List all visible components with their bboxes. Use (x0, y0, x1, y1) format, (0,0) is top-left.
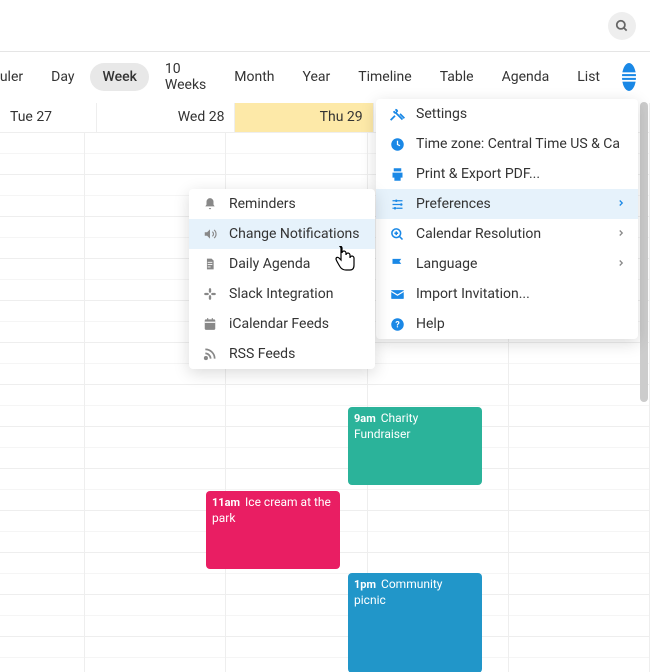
hamburger-icon (622, 70, 636, 84)
printer-icon (388, 165, 406, 183)
event-charity-fundraiser[interactable]: 9am Charity Fundraiser (348, 407, 482, 485)
menu-item-label: iCalendar Feeds (229, 316, 329, 332)
submenu-rss[interactable]: RSS Feeds (189, 339, 375, 369)
mail-icon (388, 285, 406, 303)
rss-icon (201, 345, 219, 363)
submenu-daily-agenda[interactable]: Daily Agenda (189, 249, 375, 279)
menu-timezone[interactable]: Time zone: Central Time US & Ca (376, 129, 638, 159)
view-year[interactable]: Year (291, 63, 343, 91)
topbar (0, 0, 650, 52)
menu-preferences[interactable]: Preferences (376, 189, 638, 219)
help-icon: ? (388, 315, 406, 333)
menu-item-label: Daily Agenda (229, 256, 310, 272)
zoom-icon (388, 225, 406, 243)
preferences-submenu: Reminders Change Notifications Daily Age… (189, 189, 375, 369)
scrollbar-thumb[interactable] (640, 102, 648, 402)
search-button[interactable] (608, 12, 636, 40)
menu-item-label: Reminders (229, 196, 296, 212)
main-menu: Settings Time zone: Central Time US & Ca… (376, 99, 638, 339)
svg-text:?: ? (395, 320, 400, 330)
chevron-right-icon (616, 196, 626, 212)
menu-button[interactable] (622, 63, 636, 91)
view-timeline[interactable]: Timeline (346, 63, 423, 91)
chevron-right-icon (616, 226, 626, 242)
submenu-slack[interactable]: Slack Integration (189, 279, 375, 309)
event-ice-cream[interactable]: 11am Ice cream at the park (206, 491, 340, 569)
event-time: 1pm (354, 578, 376, 591)
menu-item-label: Preferences (416, 196, 491, 212)
menu-item-label: Help (416, 316, 445, 332)
menu-item-label: Slack Integration (229, 286, 333, 302)
menu-item-label: RSS Feeds (229, 346, 295, 362)
view-agenda[interactable]: Agenda (490, 63, 562, 91)
document-icon (201, 255, 219, 273)
view-month[interactable]: Month (222, 63, 286, 91)
sound-icon (201, 225, 219, 243)
day-header-tue: Tue 27 (0, 103, 97, 132)
view-bar: Scheduler Day Week 10 Weeks Month Year T… (0, 52, 650, 102)
slack-icon (201, 285, 219, 303)
view-week[interactable]: Week (90, 63, 148, 91)
view-scheduler[interactable]: Scheduler (0, 63, 35, 91)
menu-print[interactable]: Print & Export PDF... (376, 159, 638, 189)
menu-item-label: Time zone: Central Time US & Ca (416, 136, 620, 152)
day-header-thu: Thu 29 (235, 103, 373, 132)
menu-settings[interactable]: Settings (376, 99, 638, 129)
flag-icon (388, 255, 406, 273)
menu-language[interactable]: Language (376, 249, 638, 279)
menu-item-label: Change Notifications (229, 226, 360, 242)
view-day[interactable]: Day (39, 63, 86, 91)
submenu-reminders[interactable]: Reminders (189, 189, 375, 219)
view-ten-weeks[interactable]: 10 Weeks (153, 55, 218, 99)
calendar-icon (201, 315, 219, 333)
menu-item-label: Language (416, 256, 477, 272)
view-table[interactable]: Table (428, 63, 486, 91)
menu-import[interactable]: Import Invitation... (376, 279, 638, 309)
bell-icon (201, 195, 219, 213)
submenu-icalendar[interactable]: iCalendar Feeds (189, 309, 375, 339)
menu-item-label: Calendar Resolution (416, 226, 541, 242)
view-list[interactable]: List (565, 63, 612, 91)
day-header-wed: Wed 28 (97, 103, 235, 132)
event-time: 11am (212, 496, 240, 509)
event-community-picnic[interactable]: 1pm Community picnic (348, 573, 482, 672)
tools-icon (388, 105, 406, 123)
submenu-change-notifications[interactable]: Change Notifications (189, 219, 375, 249)
chevron-right-icon (616, 256, 626, 272)
menu-item-label: Print & Export PDF... (416, 166, 540, 182)
clock-icon (388, 135, 406, 153)
menu-item-label: Settings (416, 106, 467, 122)
event-time: 9am (354, 412, 376, 425)
menu-help[interactable]: ? Help (376, 309, 638, 339)
menu-resolution[interactable]: Calendar Resolution (376, 219, 638, 249)
sliders-icon (388, 195, 406, 213)
search-icon (615, 19, 629, 33)
menu-item-label: Import Invitation... (416, 286, 530, 302)
